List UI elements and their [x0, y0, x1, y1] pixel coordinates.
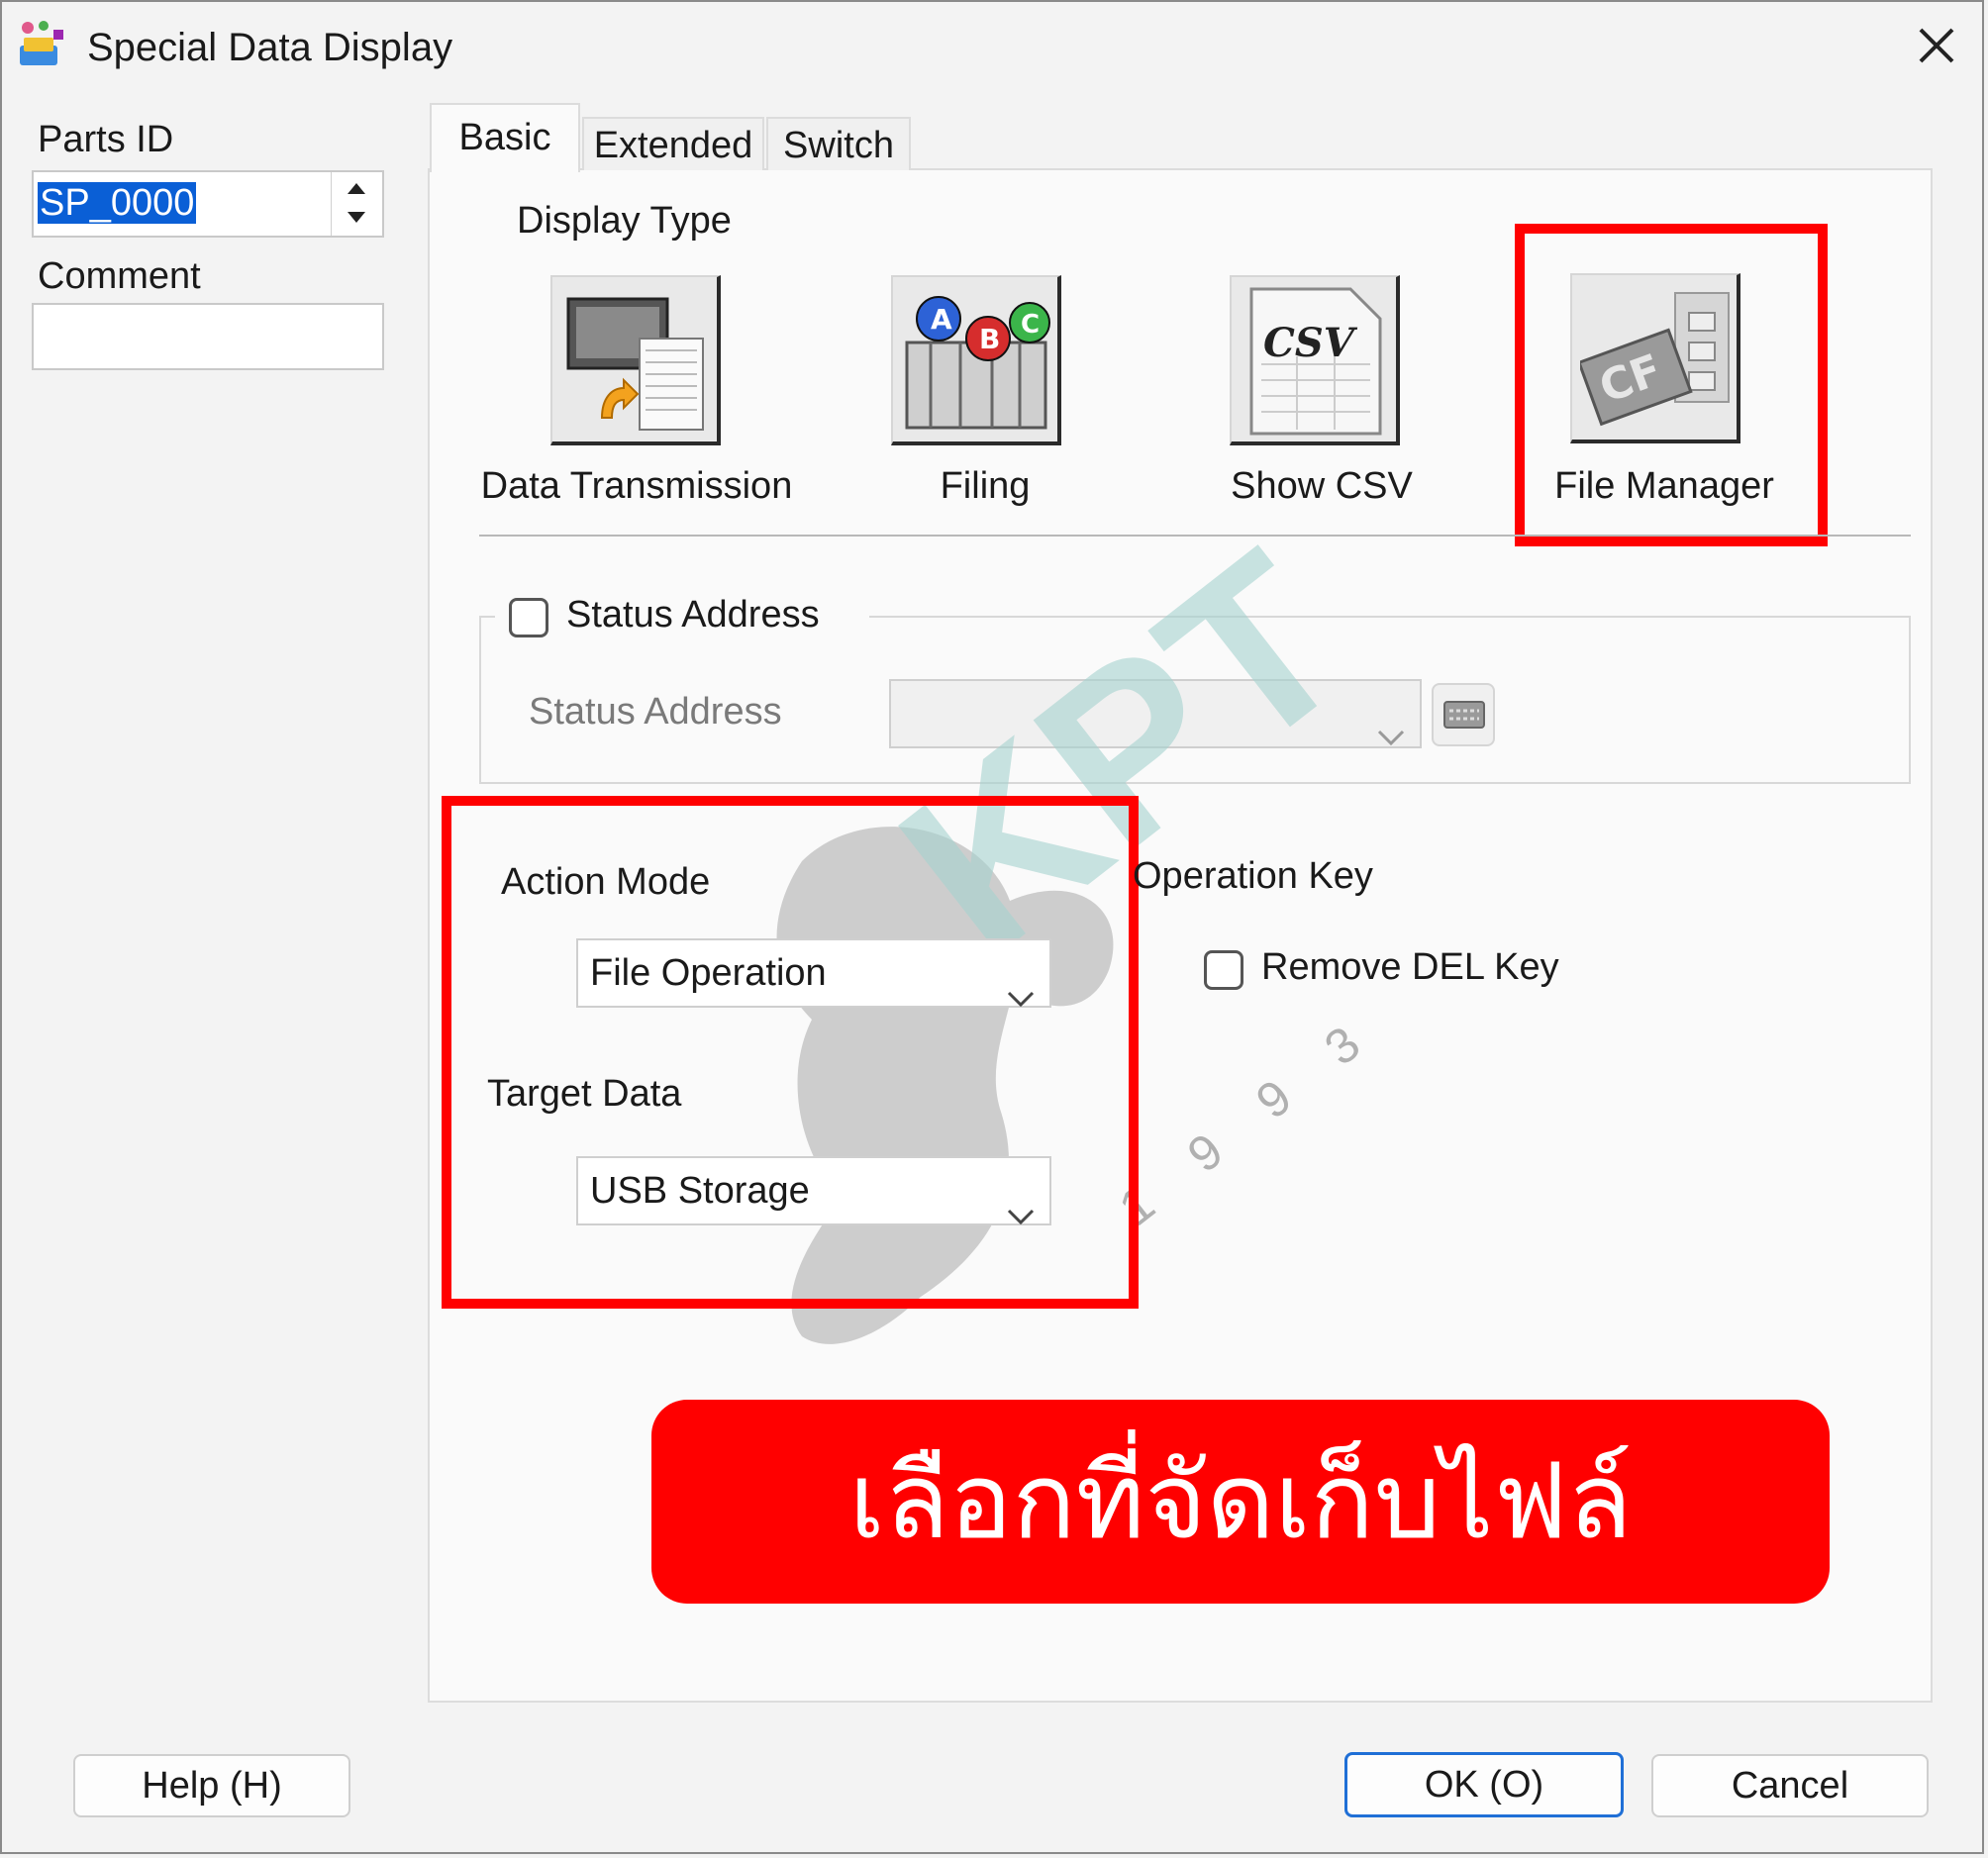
status-address-field-label: Status Address	[529, 691, 782, 733]
help-button[interactable]: Help (H)	[73, 1754, 350, 1817]
status-address-checkbox-label: Status Address	[566, 594, 820, 636]
keypad-icon	[1443, 701, 1485, 733]
tab-basic[interactable]: Basic	[430, 103, 580, 172]
display-type-data-transmission[interactable]	[550, 275, 721, 445]
comment-field[interactable]	[32, 303, 384, 370]
tab-extended[interactable]: Extended	[582, 117, 764, 170]
gp-pro-app-icon	[14, 18, 69, 73]
display-type-show-csv[interactable]: CSV	[1230, 275, 1400, 445]
tab-switch[interactable]: Switch	[766, 117, 911, 170]
spin-up-icon[interactable]	[346, 180, 367, 201]
operation-key-label: Operation Key	[1133, 855, 1373, 897]
file-manager-highlight	[1515, 224, 1828, 546]
cancel-button[interactable]: Cancel	[1651, 1754, 1929, 1817]
parts-id-label: Parts ID	[38, 119, 174, 160]
window-title: Special Data Display	[87, 26, 453, 69]
filing-label: Filing	[940, 465, 1031, 507]
parts-id-spinner[interactable]	[331, 172, 383, 236]
remove-del-key-label: Remove DEL Key	[1261, 946, 1559, 988]
csv-icon-text: CSV	[1263, 320, 1358, 366]
csv-icon: CSV	[1242, 285, 1390, 442]
show-csv-label: Show CSV	[1231, 465, 1413, 507]
parts-id-field[interactable]: SP_0000	[32, 170, 384, 238]
svg-text:B: B	[979, 323, 1000, 355]
display-type-label: Display Type	[517, 200, 732, 242]
display-type-filing[interactable]: A B C	[891, 275, 1061, 445]
data-transmission-label: Data Transmission	[480, 465, 793, 507]
svg-text:C: C	[1021, 310, 1040, 340]
ok-button[interactable]: OK (O)	[1344, 1752, 1624, 1817]
remove-del-key-checkbox[interactable]	[1204, 950, 1243, 990]
filing-abc-icon: A B C	[901, 283, 1055, 442]
annotation-banner: เลือกที่จัดเก็บไฟล์	[651, 1400, 1830, 1604]
comment-label: Comment	[38, 255, 201, 297]
close-icon[interactable]	[1911, 20, 1962, 71]
spin-down-icon[interactable]	[346, 210, 367, 231]
data-transmission-icon	[562, 289, 711, 442]
parts-id-value: SP_0000	[38, 182, 197, 224]
action-target-highlight	[442, 796, 1139, 1309]
title-bar: Special Data Display	[0, 0, 1988, 99]
svg-text:A: A	[931, 303, 952, 336]
address-keypad-button[interactable]	[1432, 683, 1495, 746]
status-address-checkbox[interactable]	[509, 598, 548, 637]
